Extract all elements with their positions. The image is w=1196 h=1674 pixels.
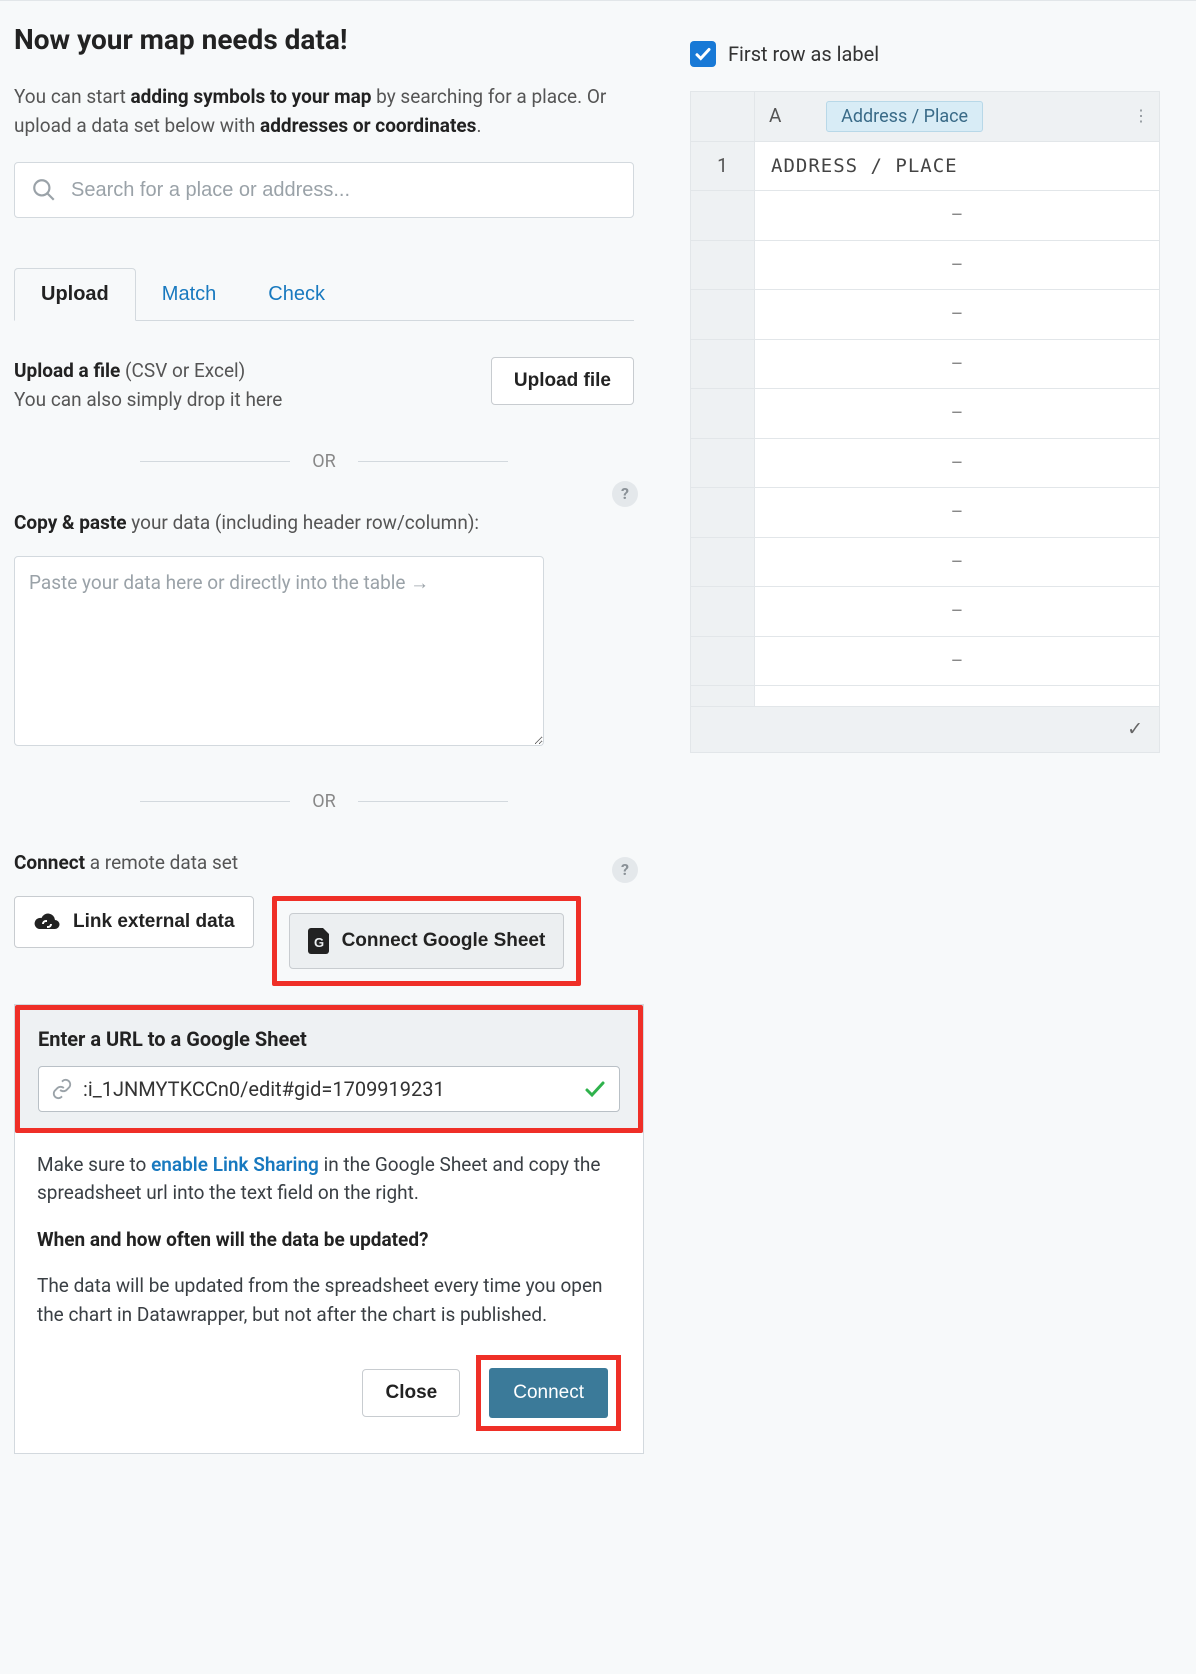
row-number [691,537,755,587]
upload-file-button[interactable]: Upload file [491,357,634,405]
first-row-as-label-toggle[interactable]: First row as label [690,39,1196,69]
first-row-label-text: First row as label [728,39,879,69]
row-number [691,389,755,439]
table-cell[interactable]: – [755,636,1160,686]
table-cell[interactable]: – [755,488,1160,538]
modal-answer: The data will be updated from the spread… [37,1272,621,1329]
enable-link-sharing-link[interactable]: enable Link Sharing [151,1153,319,1176]
modal-close-button[interactable]: Close [362,1369,460,1417]
row-number [691,191,755,241]
google-sheet-url-field[interactable] [38,1066,620,1112]
table-cell[interactable]: – [755,438,1160,488]
table-cell[interactable]: – [755,389,1160,439]
checkbox-checked-icon [690,41,716,67]
modal-title: Enter a URL to a Google Sheet [38,1024,620,1054]
table-cell[interactable]: – [755,191,1160,241]
tab-match[interactable]: Match [136,268,242,320]
modal-connect-button[interactable]: Connect [489,1368,608,1418]
table-cell[interactable]: – [755,290,1160,340]
divider-or-1: OR [14,448,634,475]
table-cell[interactable]: – [755,587,1160,637]
highlight-url-section: Enter a URL to a Google Sheet [15,1005,643,1133]
cloud-link-icon [33,911,61,933]
column-type-pill[interactable]: Address / Place [826,101,983,132]
row-number [691,587,755,637]
table-corner [691,92,755,142]
help-icon[interactable]: ? [612,481,638,507]
row-number [691,290,755,340]
row-number [691,339,755,389]
upload-file-label: Upload a file (CSV or Excel) You can als… [14,357,282,414]
paste-textarea[interactable] [14,556,544,746]
row-number [691,488,755,538]
table-footer[interactable]: ✓ [691,707,1160,753]
connect-label: Connect a remote data set ? [14,849,634,878]
table-cell[interactable] [755,686,1160,707]
highlight-google-sheet: G Connect Google Sheet [272,896,582,986]
table-cell[interactable]: – [755,537,1160,587]
search-input[interactable] [71,179,617,202]
connect-google-sheet-button[interactable]: G Connect Google Sheet [289,913,565,969]
column-header-a[interactable]: A Address / Place ⋮ [755,92,1160,142]
tab-upload[interactable]: Upload [14,268,136,321]
search-input-wrap[interactable] [14,162,634,218]
help-icon[interactable]: ? [612,857,638,883]
page-heading: Now your map needs data! [14,19,666,61]
data-preview-table: A Address / Place ⋮ 1 ADDRESS / PLACE – … [690,91,1160,753]
row-number [691,636,755,686]
intro-text: You can start adding symbols to your map… [14,83,634,140]
row-number [691,686,755,707]
modal-help-text-1: Make sure to enable Link Sharing in the … [37,1151,621,1208]
row-number [691,240,755,290]
search-icon [31,177,57,203]
table-cell[interactable]: ADDRESS / PLACE [755,141,1160,191]
google-sheet-icon: G [308,928,330,954]
tab-check[interactable]: Check [242,268,351,320]
paste-label: Copy & paste your data (including header… [14,509,634,538]
modal-question: When and how often will the data be upda… [37,1226,621,1255]
highlight-connect-button: Connect [476,1355,621,1431]
table-cell[interactable]: – [755,339,1160,389]
google-sheet-url-input[interactable] [83,1077,573,1101]
checkmark-icon [583,1077,607,1101]
column-menu-icon[interactable]: ⋮ [1133,104,1149,128]
google-sheet-modal: Enter a URL to a Google Sheet Make sure … [14,1004,644,1455]
tabs: Upload Match Check [14,268,634,321]
divider-or-2: OR [14,788,634,815]
svg-text:G: G [314,935,324,950]
row-number: 1 [691,141,755,191]
row-number [691,438,755,488]
link-icon [51,1078,73,1100]
table-cell[interactable]: – [755,240,1160,290]
link-external-data-button[interactable]: Link external data [14,896,254,948]
